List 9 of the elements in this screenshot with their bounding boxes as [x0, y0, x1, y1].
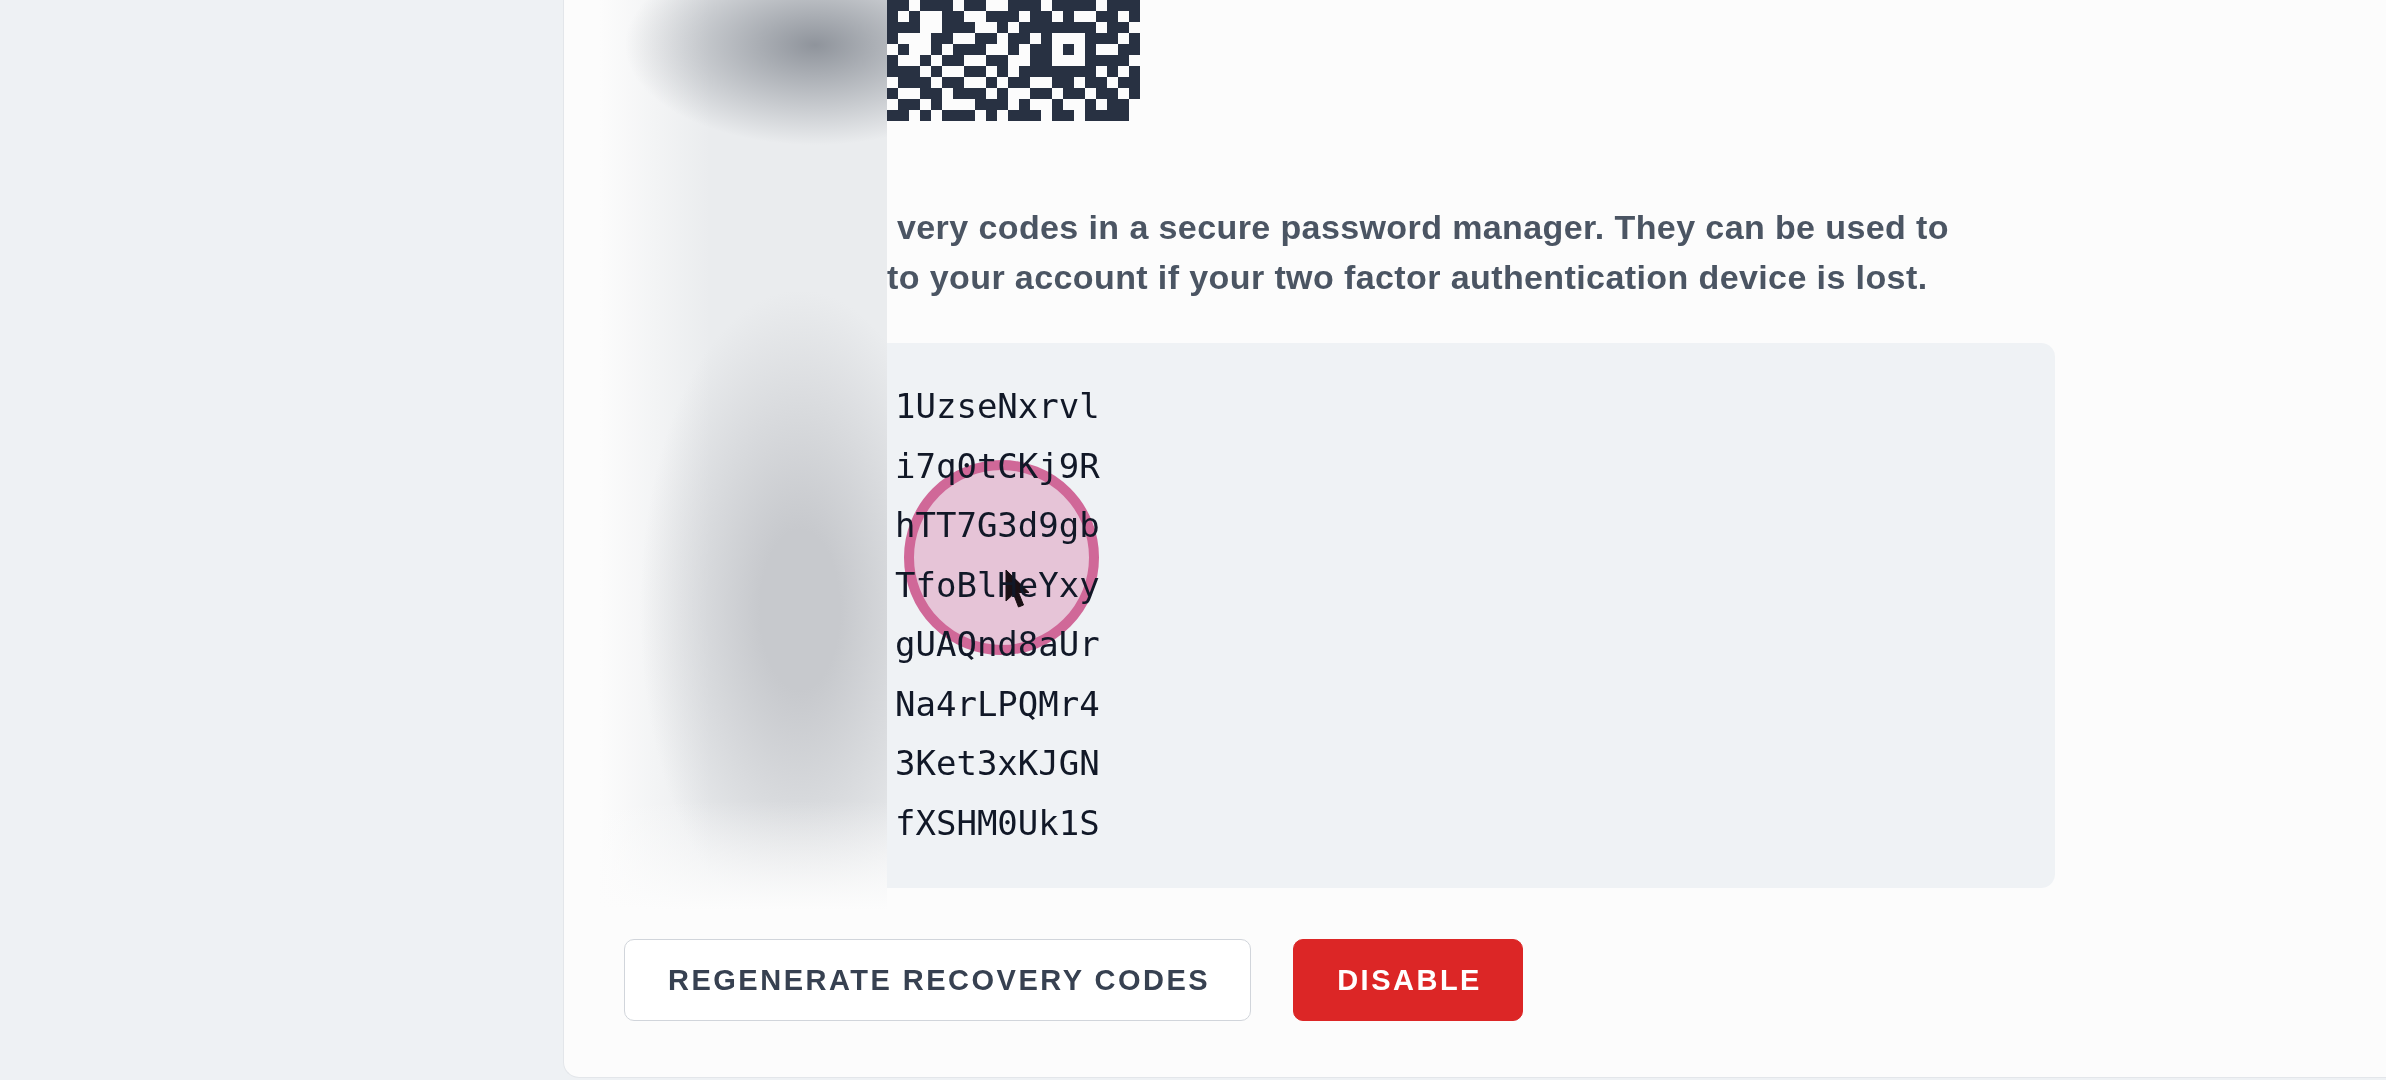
disable-button[interactable]: DISABLE — [1293, 939, 1523, 1021]
recovery-code: fXSHM0Uk1S — [895, 801, 1100, 845]
recovery-code: Na4rLPQMr4 — [895, 682, 1100, 726]
recovery-codes-note: very codes in a secure password manager. They can be used to to your account if your two factor authentication device is lost. — [887, 207, 1949, 298]
recovery-code: hTT7G3d9gb — [895, 504, 1100, 547]
recovery-code: i7q0tCKj9R — [895, 444, 1100, 488]
recovery-code: 1UzseNxrvl — [895, 385, 1100, 428]
recovery-code: 3Ket3xKJGN — [895, 742, 1100, 785]
regenerate-codes-button[interactable]: REGENERATE RECOVERY CODES — [624, 939, 1252, 1021]
